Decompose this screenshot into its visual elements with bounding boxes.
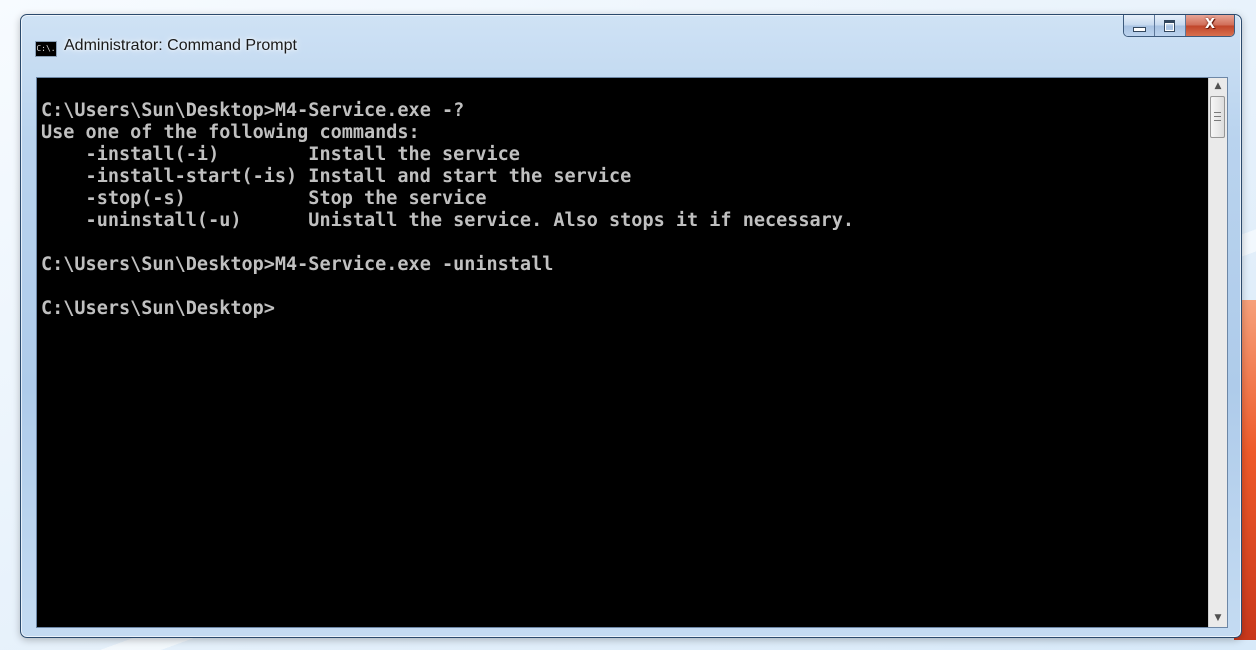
console-output-area[interactable]: C:\Users\Sun\Desktop>M4-Service.exe -? U… [37,78,1209,627]
console-line: -uninstall(-u) Unistall the service. Als… [41,210,855,231]
close-icon: X [1204,17,1216,32]
caption-buttons: X [1123,15,1235,37]
console-text: C:\Users\Sun\Desktop>M4-Service.exe -? U… [41,100,854,320]
scroll-thumb[interactable] [1210,96,1225,138]
window-title: Administrator: Command Prompt [64,37,297,54]
command-prompt-window[interactable]: C:\. Administrator: Command Prompt X C:\… [20,14,1242,638]
console-line: -stop(-s) Stop the service [41,188,487,209]
minimize-button[interactable] [1124,15,1155,36]
console-line: -install(-i) Install the service [41,144,520,165]
minimize-icon [1133,27,1146,32]
vertical-scrollbar[interactable]: ▲ ▼ [1208,78,1227,627]
scroll-down-arrow-icon[interactable]: ▼ [1209,610,1227,627]
maximize-button[interactable] [1155,15,1186,36]
console-line: C:\Users\Sun\Desktop> [41,298,275,319]
console-line: -install-start(-is) Install and start th… [41,166,632,187]
console-line: Use one of the following commands: [41,122,420,143]
console-line: C:\Users\Sun\Desktop>M4-Service.exe -uni… [41,254,554,275]
scroll-thumb-grip-icon [1214,112,1221,121]
console-client-area: C:\Users\Sun\Desktop>M4-Service.exe -? U… [36,77,1228,628]
close-button[interactable]: X [1186,15,1234,36]
console-line: C:\Users\Sun\Desktop>M4-Service.exe -? [41,100,465,121]
maximize-icon [1164,20,1175,32]
scroll-up-arrow-icon[interactable]: ▲ [1209,78,1227,95]
cmd-icon[interactable]: C:\. [35,41,57,57]
title-bar[interactable]: C:\. Administrator: Command Prompt X [21,15,1241,77]
